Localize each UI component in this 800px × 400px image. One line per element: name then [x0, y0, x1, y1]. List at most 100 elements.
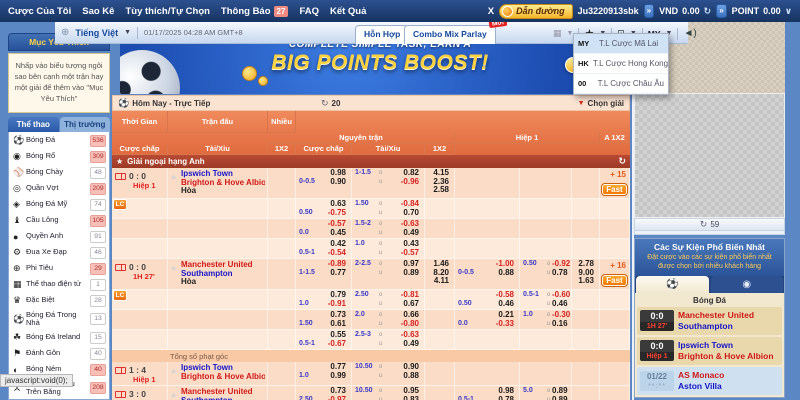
odds-1x2-cell[interactable] — [572, 239, 600, 258]
odds-handicap-cell[interactable]: 0.79 1.0-0.91 — [296, 290, 352, 309]
odds-a1x2-cell[interactable] — [268, 168, 296, 198]
sidebar-item-gaelic-football[interactable]: ☘Bóng Đá Ireland15 — [9, 330, 109, 346]
odds-type-option[interactable]: 00T.L Cược Châu Âu — [574, 74, 668, 94]
odds-a1x2-cell[interactable] — [268, 290, 296, 309]
favorite-star-icon[interactable]: ★ — [170, 264, 177, 273]
odds-over-under-cell[interactable] — [520, 199, 572, 218]
favorite-star-icon[interactable]: ★ — [170, 367, 177, 376]
odds-over-under-cell[interactable]: 0.50o-0.92 u0.78 — [520, 259, 572, 289]
lc-live-badge[interactable]: LC — [113, 290, 127, 301]
sidebar-item-basketball[interactable]: ◉Bóng Rổ309 — [9, 149, 109, 165]
odds-handicap-cell[interactable] — [455, 330, 520, 349]
fast-market-button[interactable]: Fast — [602, 184, 626, 195]
sidebar-item-golf[interactable]: ⚑Đánh Gôn40 — [9, 346, 109, 362]
sidebar-item-american-football[interactable]: ◈Bóng Đá Mỹ74 — [9, 197, 109, 213]
odds-1x2-cell[interactable] — [572, 362, 600, 385]
odds-1x2-cell[interactable] — [425, 310, 455, 329]
odds-handicap-cell[interactable]: 0.42 0.5-1-0.54 — [296, 239, 352, 258]
sidebar-item-special[interactable]: ♛Đặc Biệt28 — [9, 293, 109, 309]
sidebar-item-esports[interactable]: ▦Thể thao điện tử1 — [9, 277, 109, 293]
odds-handicap-cell[interactable]: 0.21 0.0-0.33 — [455, 310, 520, 329]
odds-over-under-cell[interactable] — [520, 330, 572, 349]
tab-sports[interactable]: Thể thao — [8, 117, 59, 132]
odds-over-under-cell[interactable]: 2-2.5o0.97 u0.89 — [352, 259, 425, 289]
odds-over-under-cell[interactable]: 1.50o-0.84 u0.70 — [352, 199, 425, 218]
odds-over-under-cell[interactable]: 2.5-3o-0.63 u0.49 — [352, 330, 425, 349]
odds-1x2-cell[interactable]: 1.468.204.11 — [425, 259, 455, 289]
more-bets-cell[interactable]: + 16Fast — [600, 260, 629, 288]
nav-link[interactable]: Tùy thích/Tự Chọn — [125, 6, 209, 17]
odds-1x2-cell[interactable] — [572, 199, 600, 218]
sidebar-item-darts[interactable]: ⊕Phi Tiêu29 — [9, 261, 109, 277]
odds-handicap-cell[interactable]: -0.89 1-1.50.77 — [296, 259, 352, 289]
odds-over-under-cell[interactable] — [520, 239, 572, 258]
odds-1x2-cell[interactable]: 4.152.362.58 — [425, 168, 455, 198]
odds-handicap-cell[interactable]: 0.98 0.5-10.78 — [455, 386, 520, 400]
odds-1x2-cell[interactable] — [425, 386, 455, 400]
tab-popular-soccer[interactable]: ⚽ — [636, 276, 709, 293]
sidebar-item-baseball[interactable]: ⚾Bóng Chày48 — [9, 165, 109, 181]
home-team[interactable]: Manchester United — [181, 388, 265, 397]
odds-1x2-cell[interactable] — [572, 310, 600, 329]
tab-popular-basketball[interactable]: ◉ — [711, 276, 784, 293]
fast-market-button[interactable]: Fast — [602, 275, 626, 286]
odds-a1x2-cell[interactable] — [268, 239, 296, 258]
popular-event-card[interactable]: 0:01H 27' Manchester UnitedSouthampton — [637, 307, 782, 335]
sidebar-item-futsal[interactable]: ⚽Bóng Đá Trong Nhà13 — [9, 309, 109, 330]
odds-1x2-cell[interactable] — [425, 290, 455, 309]
odds-a1x2-cell[interactable] — [268, 330, 296, 349]
odds-a1x2-cell[interactable] — [268, 310, 296, 329]
sidebar-item-badminton[interactable]: ♝Cầu Lông105 — [9, 213, 109, 229]
chevron-down-icon[interactable]: ∨ — [785, 6, 792, 17]
odds-handicap-cell[interactable] — [455, 199, 520, 218]
odds-handicap-cell[interactable]: -1.00 0-0.50.88 — [455, 259, 520, 289]
tab-combo-mix-parlay[interactable]: Combo Mix ParlayMới — [404, 25, 496, 44]
odds-over-under-cell[interactable] — [520, 362, 572, 385]
language-selector[interactable]: Tiếng Việt — [75, 28, 118, 38]
sidebar-item-soccer[interactable]: ⚽Bóng Đá536 — [9, 133, 109, 149]
home-team[interactable]: Ipswich Town — [181, 364, 265, 373]
odds-handicap-cell[interactable]: -0.57 0.00.45 — [296, 219, 352, 238]
odds-1x2-cell[interactable] — [572, 290, 600, 309]
odds-handicap-cell[interactable]: 0.77 1.00.99 — [296, 362, 352, 385]
popular-event-card[interactable]: 01/22**:** AS MonacoAston Villa — [637, 367, 782, 395]
favorite-star-icon[interactable]: ★ — [170, 173, 177, 182]
odds-handicap-cell[interactable]: -0.58 0.500.46 — [455, 290, 520, 309]
away-team[interactable]: Southampton — [181, 397, 265, 400]
sidebar-item-cycling[interactable]: ⚙Đua Xe Đạp46 — [9, 245, 109, 261]
odds-a1x2-cell[interactable] — [268, 259, 296, 289]
odds-1x2-cell[interactable] — [425, 219, 455, 238]
odds-1x2-cell[interactable] — [425, 239, 455, 258]
select-league-button[interactable]: ▼Chọn giải — [578, 99, 624, 108]
odds-1x2-cell[interactable]: 2.789.001.63 — [572, 259, 600, 289]
odds-1x2-cell[interactable] — [425, 199, 455, 218]
home-team[interactable]: Manchester United — [181, 261, 265, 270]
live-video-placeholder[interactable] — [634, 93, 785, 218]
refresh-icon[interactable]: ↻ — [321, 98, 329, 109]
expand-point-icon[interactable]: » — [716, 4, 726, 18]
odds-type-option[interactable]: HKT.L Cược Hong Kong — [574, 54, 668, 74]
odds-handicap-cell[interactable]: 0.98 0-0.50.90 — [296, 168, 352, 198]
odds-over-under-cell[interactable]: 10.50o0.95 u0.83 — [352, 386, 425, 400]
league-bar[interactable]: ★Giải ngoại hạng Anh↻ — [112, 155, 630, 168]
star-icon[interactable]: ★ — [116, 157, 123, 166]
odds-handicap-cell[interactable]: 0.73 2.50-0.97 — [296, 386, 352, 400]
refresh-balance-icon[interactable]: ↻ — [704, 6, 712, 17]
speaker-icon[interactable]: ◄) — [683, 28, 696, 39]
sidebar-item-boxing[interactable]: ●Quyền Anh91 — [9, 229, 109, 245]
odds-a1x2-cell[interactable] — [268, 199, 296, 218]
more-bets-cell[interactable]: + 15Fast — [600, 169, 629, 197]
odds-over-under-cell[interactable]: 2.50o-0.81 u0.67 — [352, 290, 425, 309]
tab-mix-parlay[interactable]: Hỗn Hợp — [355, 25, 409, 44]
odds-type-option[interactable]: MYT.L Cược Mã Lai — [574, 34, 668, 54]
odds-over-under-cell[interactable]: 1.0o-0.30 u0.16 — [520, 310, 572, 329]
odds-a1x2-cell[interactable] — [268, 219, 296, 238]
odds-1x2-cell[interactable] — [572, 219, 600, 238]
odds-1x2-cell[interactable] — [572, 330, 600, 349]
odds-over-under-cell[interactable]: 2.0o0.66 u-0.80 — [352, 310, 425, 329]
odds-1x2-cell[interactable] — [572, 168, 600, 198]
expand-wallet-icon[interactable]: » — [644, 4, 654, 18]
odds-over-under-cell[interactable]: 1.5-2o-0.63 u0.49 — [352, 219, 425, 238]
odds-over-under-cell[interactable]: 1-1.5o0.82 u-0.96 — [352, 168, 425, 198]
sidebar-item-tennis[interactable]: ◎Quần Vợt209 — [9, 181, 109, 197]
